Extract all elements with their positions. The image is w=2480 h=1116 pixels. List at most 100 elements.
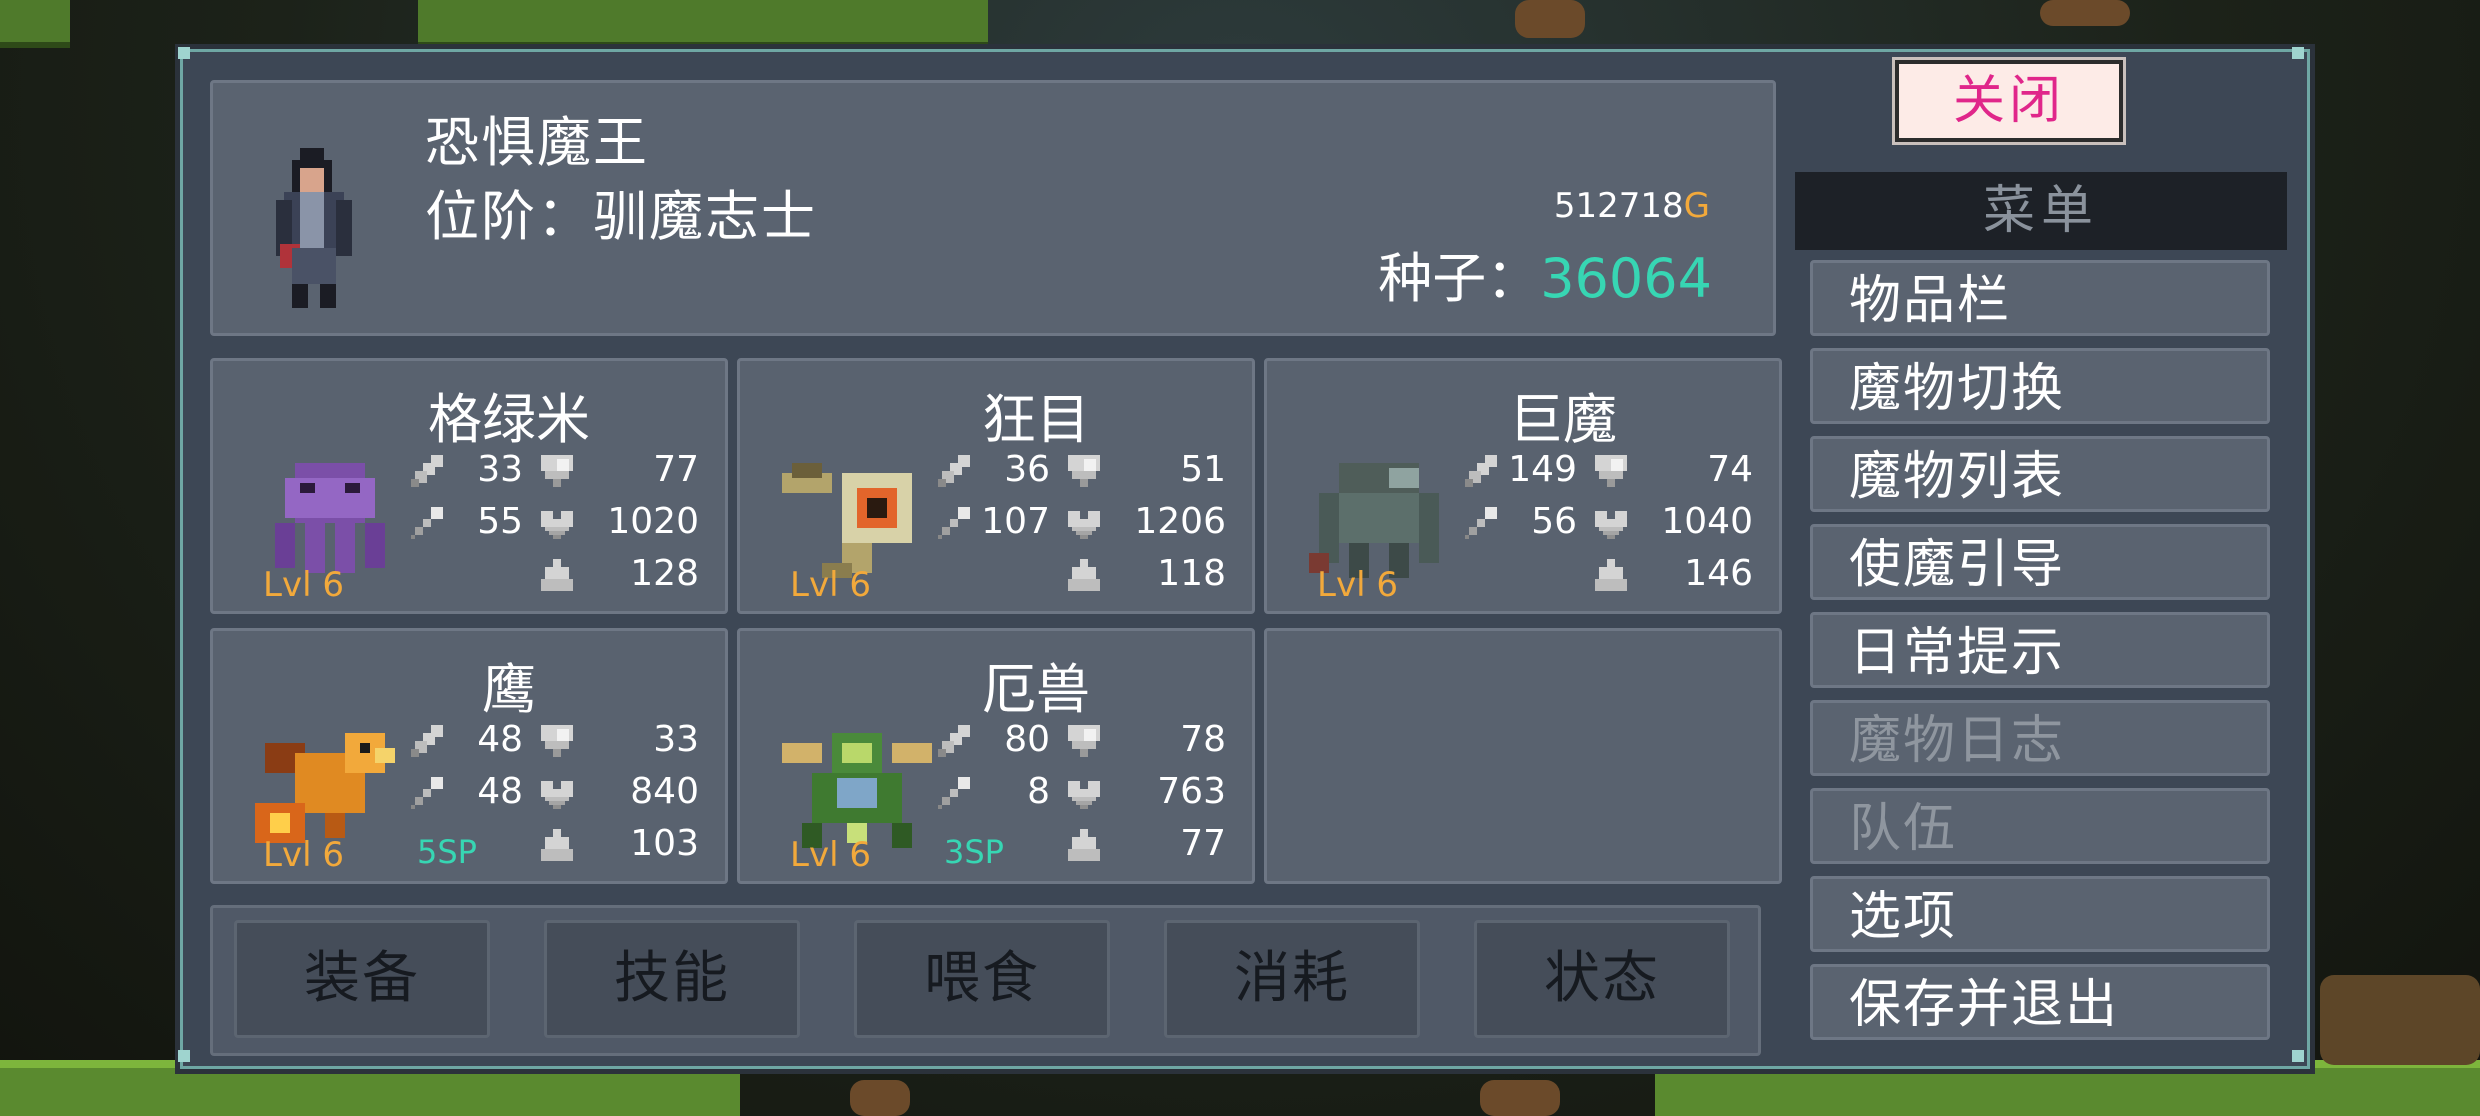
player-name: 恐惧魔王 [425,111,649,174]
weight-icon [1068,559,1100,591]
weight-icon [541,559,573,591]
level-label: Lvl 6 [790,835,871,875]
monster-sprite [255,453,405,583]
attack-stat: 36 [1004,449,1050,490]
menu-item-monster-switch[interactable]: 魔物切换 [1810,348,2270,424]
monster-name: 巨魔 [1509,388,1617,451]
magic-stat: 55 [477,501,523,542]
rock [2040,0,2130,26]
rock [1480,1080,1560,1116]
magic-stat: 8 [1027,771,1050,812]
attack-stat: 149 [1508,449,1577,490]
menu-item-daily-tips[interactable]: 日常提示 [1810,612,2270,688]
monster-name: 格绿米 [428,388,590,451]
frame-corner [178,47,190,59]
monster-name: 狂目 [982,388,1090,451]
shield-icon [1595,455,1627,487]
status-button[interactable]: 状态 [1474,920,1730,1038]
weight-stat: 103 [630,823,699,864]
seeds-value: 36064 [1540,247,1712,310]
monster-card[interactable]: 狂目 36 51 107 1206 118 Lvl 6 [737,358,1255,614]
gold-counter: 512718G [1554,186,1710,226]
frame-corner [2292,47,2304,59]
weight-stat: 118 [1157,553,1226,594]
seeds-counter: 种子：36064 [1378,234,1712,313]
skill-points: 3SP [944,833,1004,871]
hp-stat: 1206 [1134,501,1226,542]
gold-value: 512718 [1553,186,1684,226]
grass-ledge [418,0,988,48]
close-button[interactable]: 关闭 [1895,60,2123,142]
menu-title: 菜单 [1795,172,2287,250]
heart-icon [1595,507,1627,539]
player-rank: 位阶：驯魔志士 [425,185,817,248]
equip-button[interactable]: 装备 [234,920,490,1038]
attack-stat: 48 [477,719,523,760]
menu-item-familiar-guide[interactable]: 使魔引导 [1810,524,2270,600]
shield-icon [541,725,573,757]
magic-stat: 56 [1531,501,1577,542]
feed-button[interactable]: 喂食 [854,920,1110,1038]
monster-name: 鹰 [482,658,536,721]
defense-stat: 77 [653,449,699,490]
level-label: Lvl 6 [263,565,344,605]
weight-icon [1595,559,1627,591]
skills-button[interactable]: 技能 [544,920,800,1038]
magic-stat: 107 [981,501,1050,542]
monster-sprite [1309,453,1459,583]
level-label: Lvl 6 [790,565,871,605]
weight-icon [1068,829,1100,861]
attack-stat: 33 [477,449,523,490]
menu-item-save-and-quit[interactable]: 保存并退出 [1810,964,2270,1040]
wand-icon [938,507,970,539]
tree-stump [2320,975,2480,1065]
weight-icon [541,829,573,861]
shield-icon [1068,725,1100,757]
heart-icon [541,777,573,809]
sword-icon [938,455,970,487]
sword-icon [1465,455,1497,487]
monster-card[interactable]: 鹰 48 33 48 840 103 Lvl 6 5SP [210,628,728,884]
magic-stat: 48 [477,771,523,812]
monster-sprite [782,453,932,583]
defense-stat: 51 [1180,449,1226,490]
level-label: Lvl 6 [1317,565,1398,605]
sword-icon [411,455,443,487]
skill-points: 5SP [417,833,477,871]
empty-monster-slot[interactable] [1264,628,1782,884]
weight-stat: 77 [1180,823,1226,864]
menu-item-monster-list[interactable]: 魔物列表 [1810,436,2270,512]
heart-icon [541,507,573,539]
wand-icon [411,507,443,539]
seeds-label: 种子： [1378,247,1541,310]
gold-unit: G [1683,186,1710,226]
monster-card[interactable]: 格绿米 33 77 55 1020 128 Lvl 6 [210,358,728,614]
player-avatar [276,148,352,308]
frame-corner [2292,1050,2304,1062]
consume-button[interactable]: 消耗 [1164,920,1420,1038]
monster-card[interactable]: 厄兽 80 78 8 763 77 Lvl 6 3SP [737,628,1255,884]
frame-corner [178,1050,190,1062]
weight-stat: 146 [1684,553,1753,594]
hp-stat: 1020 [607,501,699,542]
defense-stat: 74 [1707,449,1753,490]
menu-item-inventory[interactable]: 物品栏 [1810,260,2270,336]
monster-card[interactable]: 巨魔 149 74 56 1040 146 Lvl 6 [1264,358,1782,614]
monster-sprite [782,723,932,853]
defense-stat: 33 [653,719,699,760]
shield-icon [541,455,573,487]
menu-item-options[interactable]: 选项 [1810,876,2270,952]
sword-icon [938,725,970,757]
heart-icon [1068,777,1100,809]
monster-name: 厄兽 [982,658,1090,721]
rock [1515,0,1585,38]
rock [850,1080,910,1116]
hp-stat: 763 [1157,771,1226,812]
hp-stat: 840 [630,771,699,812]
level-label: Lvl 6 [263,835,344,875]
monster-sprite [255,723,405,853]
menu-item-party: 队伍 [1810,788,2270,864]
shield-icon [1068,455,1100,487]
grass-ledge [0,0,70,48]
sword-icon [411,725,443,757]
